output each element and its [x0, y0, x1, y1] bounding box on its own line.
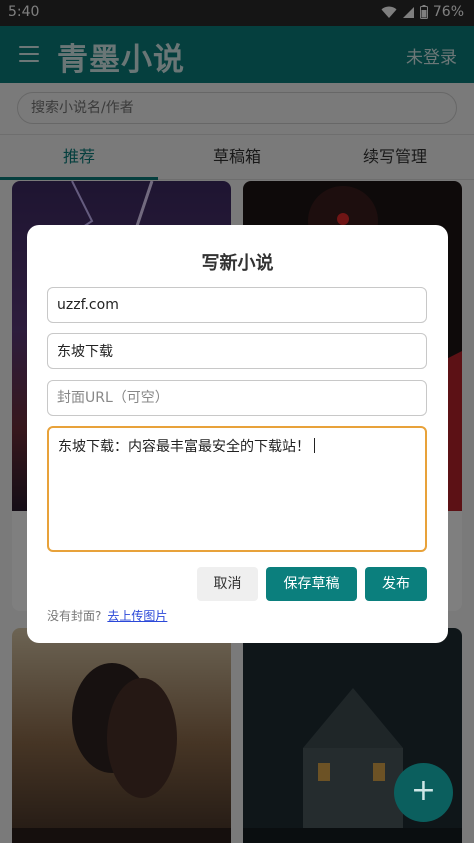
- text-caret: [314, 438, 315, 453]
- publish-button[interactable]: 发布: [365, 567, 427, 601]
- save-draft-button[interactable]: 保存草稿: [266, 567, 357, 601]
- dialog-title: 写新小说: [201, 253, 274, 274]
- author-input[interactable]: [47, 333, 427, 369]
- upload-image-link[interactable]: 去上传图片: [107, 609, 167, 623]
- cover-url-input[interactable]: [47, 380, 427, 416]
- cover-hint: 没有封面? 去上传图片: [47, 607, 167, 624]
- content-text: 东坡下载：内容最丰富最安全的下载站！: [58, 439, 310, 455]
- new-novel-dialog: 写新小说 东坡下载：内容最丰富最安全的下载站！ 取消 保存草稿 发布 没有封面?…: [27, 225, 448, 643]
- add-fab-button[interactable]: +: [394, 763, 453, 822]
- cancel-button[interactable]: 取消: [197, 567, 258, 601]
- cover-hint-text: 没有封面?: [47, 609, 102, 623]
- content-textarea[interactable]: 东坡下载：内容最丰富最安全的下载站！: [47, 426, 427, 552]
- novel-title-input[interactable]: [47, 287, 427, 323]
